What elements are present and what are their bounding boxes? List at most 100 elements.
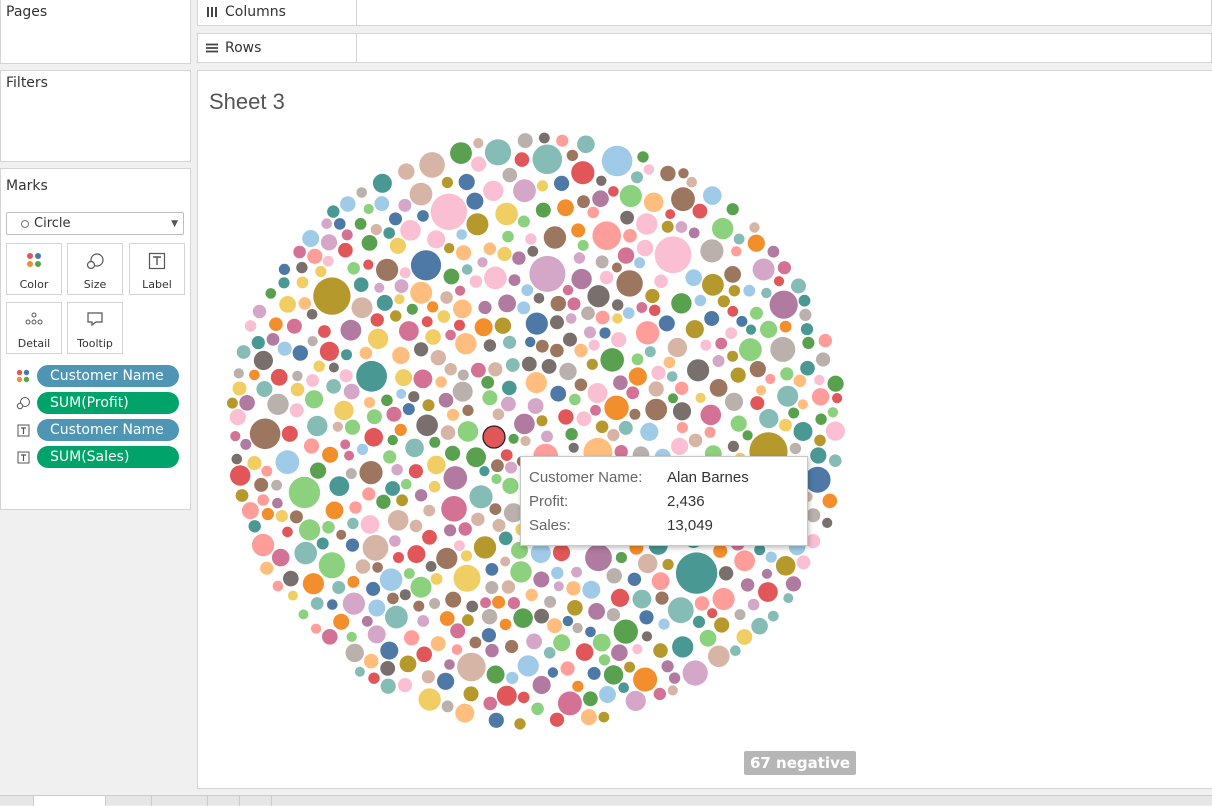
customer-bubble[interactable] [651,572,670,590]
customer-bubble[interactable] [485,581,499,594]
customer-bubble[interactable] [359,461,383,485]
customer-bubble[interactable] [485,563,499,576]
customer-bubble[interactable] [672,636,694,658]
customer-bubble[interactable] [618,682,629,693]
customer-bubble[interactable] [724,392,744,411]
customer-bubble[interactable] [571,566,582,578]
customer-bubble[interactable] [496,685,517,706]
customer-bubble[interactable] [562,615,574,627]
customer-bubble[interactable] [466,447,486,468]
customer-bubble[interactable] [639,610,654,625]
customer-bubble[interactable] [445,329,456,341]
customer-bubble[interactable] [502,167,518,183]
customer-bubble[interactable] [327,599,338,610]
customer-bubble[interactable] [553,581,564,592]
customer-bubble[interactable] [444,243,455,254]
customer-bubble[interactable] [565,313,577,324]
customer-bubble[interactable] [446,408,460,421]
customer-bubble[interactable] [671,187,695,212]
customer-bubble[interactable] [343,383,360,400]
customer-bubble[interactable] [286,318,302,334]
customer-bubble[interactable] [796,555,811,570]
customer-bubble[interactable] [700,339,712,351]
customer-bubble[interactable] [574,343,588,358]
customer-bubble[interactable] [469,636,482,649]
customer-bubble[interactable] [321,218,332,229]
customer-bubble[interactable] [398,198,412,212]
customer-bubble[interactable] [287,590,298,601]
customer-bubble[interactable] [332,421,343,432]
customer-bubble[interactable] [760,320,778,338]
customer-bubble[interactable] [636,213,658,235]
customer-bubble[interactable] [588,339,600,351]
customer-bubble[interactable] [466,192,484,210]
customer-bubble[interactable] [663,356,676,369]
customer-bubble[interactable] [333,613,350,630]
customer-bubble[interactable] [560,661,575,676]
customer-bubble[interactable] [700,404,722,426]
customer-bubble[interactable] [346,631,357,643]
customer-bubble[interactable] [549,712,565,727]
customer-bubble[interactable] [529,255,566,292]
customer-bubble[interactable] [521,284,534,297]
customer-bubble[interactable] [430,193,468,230]
customer-bubble[interactable] [505,461,517,474]
customer-bubble[interactable] [789,442,802,455]
customer-bubble[interactable] [692,203,708,219]
customer-bubble[interactable] [502,477,519,494]
customer-bubble[interactable] [271,548,290,567]
customer-bubble[interactable] [682,660,708,686]
customer-bubble[interactable] [455,333,477,355]
customer-bubble[interactable] [575,643,594,661]
customer-bubble[interactable] [797,399,809,410]
customer-bubble[interactable] [750,396,765,411]
customer-bubble[interactable] [368,599,386,617]
customer-bubble[interactable] [603,665,624,685]
customer-bubble[interactable] [654,274,668,289]
customer-bubble[interactable] [444,659,455,670]
field-pill-label-name[interactable]: Customer Name [37,419,179,441]
customer-bubble[interactable] [401,478,412,490]
customer-bubble[interactable] [427,455,446,475]
customer-bubble[interactable] [765,373,776,385]
customer-bubble[interactable] [565,428,578,441]
customer-bubble[interactable] [608,186,619,197]
customer-bubble[interactable] [265,288,277,299]
customer-bubble[interactable] [590,404,601,416]
customer-bubble[interactable] [325,501,344,520]
customer-bubble[interactable] [550,385,567,402]
customer-bubble[interactable] [361,615,373,627]
customer-bubble[interactable] [613,375,628,391]
customer-bubble[interactable] [292,370,303,382]
customer-bubble[interactable] [478,300,492,315]
customer-bubble[interactable] [366,409,382,425]
customer-bubble[interactable] [551,566,564,580]
customer-bubble[interactable] [761,568,773,579]
customer-bubble[interactable] [310,462,327,479]
customer-bubble[interactable] [313,360,325,372]
customer-bubble[interactable] [517,301,531,315]
customer-bubble[interactable] [272,580,284,592]
filters-panel[interactable]: Filters [0,70,191,162]
customer-bubble[interactable] [612,313,623,324]
customer-bubble[interactable] [606,608,620,622]
customer-bubble[interactable] [306,374,319,387]
customer-bubble[interactable] [441,176,453,189]
customer-bubble[interactable] [397,678,413,693]
customer-bubble[interactable] [598,711,610,723]
bubble-chart[interactable] [198,71,1212,789]
customer-bubble[interactable] [413,369,433,389]
customer-bubble[interactable] [643,192,664,213]
customer-bubble[interactable] [436,547,458,569]
viz-view[interactable]: Sheet 3 Customer Name: Alan Barnes Profi… [197,70,1212,789]
customer-bubble[interactable] [425,561,437,572]
customer-bubble[interactable] [638,553,658,574]
customer-bubble[interactable] [463,686,479,702]
customer-bubble[interactable] [421,316,433,328]
customer-bubble[interactable] [453,299,472,319]
customer-bubble[interactable] [694,294,707,307]
customer-bubble[interactable] [583,691,598,707]
customer-bubble[interactable] [606,568,622,584]
customer-bubble[interactable] [572,622,583,634]
customer-bubble[interactable] [347,517,359,530]
